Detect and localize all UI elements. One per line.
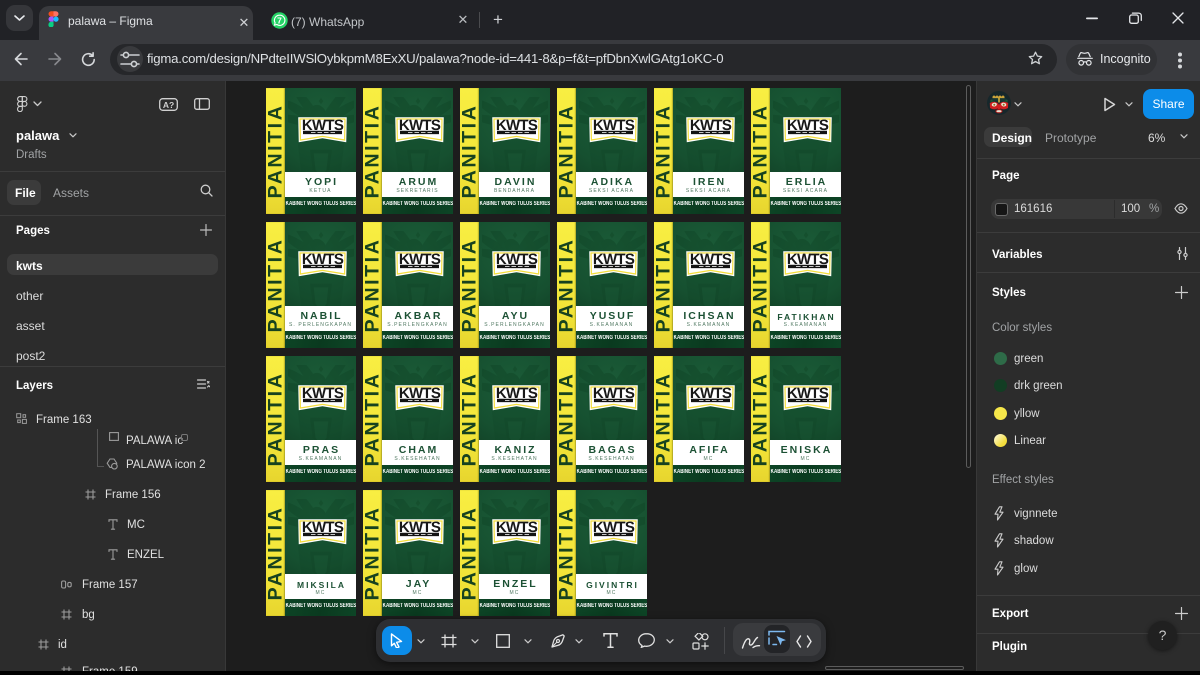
svg-text:KWTS: KWTS [399, 385, 440, 402]
svg-text:KWTS: KWTS [593, 385, 634, 402]
svg-text:KWTS: KWTS [496, 251, 537, 268]
svg-text:KWTS: KWTS [593, 519, 634, 536]
svg-text:KWTS: KWTS [787, 117, 828, 134]
svg-text:KWTS: KWTS [302, 385, 343, 402]
svg-text:KWTS: KWTS [593, 251, 634, 268]
svg-text:A?: A? [163, 100, 174, 110]
svg-text:KWTS: KWTS [302, 519, 343, 536]
svg-text:KWTS: KWTS [690, 117, 731, 134]
svg-text:KWTS: KWTS [593, 117, 634, 134]
svg-text:KWTS: KWTS [690, 251, 731, 268]
svg-text:KWTS: KWTS [496, 519, 537, 536]
svg-text:KWTS: KWTS [399, 251, 440, 268]
svg-text:KWTS: KWTS [302, 251, 343, 268]
svg-text:7: 7 [277, 16, 282, 26]
svg-text:KWTS: KWTS [496, 117, 537, 134]
svg-text:KWTS: KWTS [787, 385, 828, 402]
svg-text:KWTS: KWTS [399, 117, 440, 134]
svg-text:KWTS: KWTS [399, 519, 440, 536]
svg-text:KWTS: KWTS [302, 117, 343, 134]
svg-text:KWTS: KWTS [787, 251, 828, 268]
svg-text:KWTS: KWTS [690, 385, 731, 402]
svg-text:KWTS: KWTS [496, 385, 537, 402]
